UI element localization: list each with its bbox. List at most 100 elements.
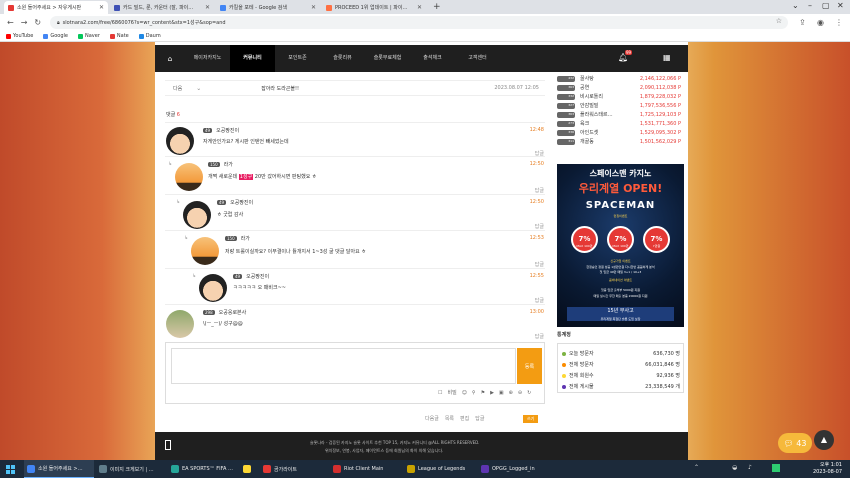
browser-tab[interactable]: 소원 들어주세요 > 자유게시판 ✕ [4, 1, 108, 14]
list-link[interactable]: 목록 [445, 415, 454, 422]
back-icon[interactable]: ← [7, 18, 14, 27]
bookmark-youtube[interactable]: YouTube [6, 33, 33, 39]
browser-tab[interactable]: 카킬을 포테 - Google 검색 ✕ [216, 1, 320, 14]
mobile-icon[interactable] [165, 440, 171, 450]
next-post-link[interactable]: 다음글 [425, 415, 439, 422]
taskbar-item[interactable]: 이미지 크게보기 | … [96, 460, 166, 478]
reply-link[interactable]: 답글 [535, 261, 544, 268]
taskbar-item[interactable] [240, 460, 258, 478]
ranking-row[interactable]: 363 플라워스태르… 1,725,129,103 P [557, 110, 685, 119]
reply-link[interactable]: 답글 [535, 223, 544, 230]
chevron-down-icon[interactable]: ⌄ [196, 85, 201, 92]
scroll-top-button[interactable]: ▲ [814, 430, 834, 450]
link-icon[interactable]: ⚲ [472, 390, 476, 396]
nickname[interactable]: 오공짱진이 [246, 273, 269, 280]
new-tab-button[interactable]: + [433, 3, 441, 12]
ranking-row[interactable]: 327 안감빌빌 1,797,536,556 P [557, 101, 685, 110]
nav-item[interactable]: 출석체크 [410, 45, 455, 72]
reload-icon[interactable]: ↻ [34, 18, 41, 27]
bookmark-daum[interactable]: Daum [138, 33, 161, 39]
write-button[interactable]: 쓰기 [523, 415, 539, 423]
profile-icon[interactable]: ◉ [817, 18, 824, 27]
nickname[interactable]: 라가 [224, 161, 233, 168]
bookmark-naver[interactable]: Naver [77, 33, 100, 39]
nickname[interactable]: 오공짱진이 [230, 199, 253, 206]
browser-tab[interactable]: PROCEED 1위 업데이트 | 파이… ✕ [322, 1, 426, 14]
windows-start-icon[interactable] [6, 464, 15, 474]
home-icon[interactable]: ⌂ [155, 55, 185, 63]
nickname[interactable]: 오공짱진이 [216, 127, 239, 134]
taskbar-item[interactable]: EA SPORTS™ FIFA … [168, 460, 238, 478]
submit-button[interactable]: 등록 [517, 348, 542, 384]
avatar[interactable] [199, 274, 227, 302]
spaceman-casino-banner[interactable]: 스페이스맨 카지노 우리계열 OPEN! SPACEMAN 런칭이벤트 7% MA… [557, 164, 684, 327]
chat-button[interactable]: 💬︎ 43 [778, 433, 812, 453]
url-field[interactable]: 🔒︎ slotnara2.com/free/6860076?s=wr_conte… [50, 16, 788, 29]
nickname[interactable]: 오공응로본사 [219, 309, 247, 316]
remove-icon[interactable]: ⊖ [518, 390, 522, 396]
bookmark-google[interactable]: Google [43, 33, 68, 39]
chevron-down-icon[interactable]: ⌄ [792, 1, 799, 10]
taskbar-item[interactable]: League of Legends [404, 460, 476, 478]
close-icon[interactable]: ✕ [205, 4, 210, 11]
menu-icon[interactable]: ⋮ [835, 18, 843, 27]
checkbox[interactable]: ☐ [438, 390, 442, 396]
forward-icon[interactable]: → [21, 18, 28, 27]
post-title[interactable]: 잡아라 도라곤볼!! [261, 85, 299, 92]
reply-link[interactable]: 답글 [535, 187, 544, 194]
clock[interactable]: 오후 1:01 2023-08-07 [813, 462, 842, 476]
tab-bar: 소원 들어주세요 > 자유게시판 ✕ 카드 빌드, 룬, 카운터 (잘, 파이… ✕… [0, 0, 850, 14]
star-icon[interactable]: ☆ [776, 17, 782, 25]
nav-item[interactable]: 슬롯리뷰 [320, 45, 365, 72]
tray-chevron-icon[interactable]: ⌃ [694, 464, 699, 471]
flag-icon[interactable]: ⚑ [481, 390, 485, 396]
nav-item[interactable]: 메이저카지노 [185, 45, 230, 72]
ranking-row[interactable]: 363 공연 2,090,112,038 P [557, 83, 685, 92]
avatar[interactable] [175, 163, 203, 191]
video-icon[interactable]: ▶ [490, 390, 494, 396]
nav-item[interactable]: 고객센터 [455, 45, 500, 72]
avatar[interactable] [183, 201, 211, 229]
taskbar-item[interactable]: OPGG_Logged_in [478, 460, 550, 478]
image-icon[interactable]: ▣ [499, 390, 504, 396]
reply-link[interactable]: 답글 [535, 333, 544, 340]
edit-link[interactable]: 편집 [460, 415, 469, 422]
volume-icon[interactable]: ♪ [748, 464, 752, 471]
minimize-icon[interactable]: – [808, 1, 812, 10]
grid-menu-icon[interactable]: ▦ [663, 53, 671, 62]
nav-item[interactable]: 커뮤니티 [230, 45, 275, 72]
close-icon[interactable]: ✕ [311, 4, 316, 11]
nav-item[interactable]: 포인트존 [275, 45, 320, 72]
comment-input[interactable] [171, 348, 516, 384]
refresh-icon[interactable]: ↻ [527, 390, 531, 396]
close-icon[interactable]: ✕ [417, 4, 422, 11]
prev-post-link[interactable]: 다음 [173, 85, 182, 92]
nickname[interactable]: 라가 [241, 235, 250, 242]
avatar[interactable] [166, 127, 194, 155]
ranking-row[interactable]: 332 비시로톨리 1,879,228,032 P [557, 92, 685, 101]
ranking-row[interactable]: 432 꿀사탕 2,146,122,066 P [557, 74, 685, 83]
nav-item[interactable]: 슬롯무료체험 [365, 45, 410, 72]
share-icon[interactable]: ⇪ [799, 18, 806, 27]
ranking-row[interactable]: 273 육크 1,531,771,360 P [557, 119, 685, 128]
taskbar-item[interactable]: Riot Client Main [330, 460, 402, 478]
comment-item: 49 오공짱진이 자게안인가요? 게시판 인텐언 빼세었는데 12:48 답글 [165, 122, 545, 157]
taskbar-item[interactable]: 곰가라이트 [260, 460, 328, 478]
avatar[interactable] [166, 310, 194, 338]
avatar[interactable] [191, 237, 219, 265]
reply-post-link[interactable]: 답글 [475, 415, 484, 422]
taskbar-item[interactable]: 소원 들어주세요 >… [24, 460, 94, 478]
maximize-icon[interactable]: ▢ [822, 1, 830, 10]
ranking-row[interactable]: 336 아인드셋 1,529,095,302 P [557, 128, 685, 137]
close-window-icon[interactable]: ✕ [837, 1, 844, 10]
close-icon[interactable]: ✕ [99, 4, 104, 11]
add-icon[interactable]: ⊕ [509, 390, 513, 396]
reply-link[interactable]: 답글 [535, 297, 544, 304]
network-icon[interactable]: ◒ [732, 464, 737, 471]
ranking-row[interactable]: 311 개골동 1,501,562,029 P [557, 137, 685, 146]
emoji-icon[interactable]: ☺ [462, 390, 467, 396]
bookmark-nate[interactable]: Nate [109, 33, 129, 39]
app-tray-icon[interactable] [772, 464, 780, 472]
nate-icon [109, 33, 115, 39]
browser-tab[interactable]: 카드 빌드, 룬, 카운터 (잘, 파이… ✕ [110, 1, 214, 14]
